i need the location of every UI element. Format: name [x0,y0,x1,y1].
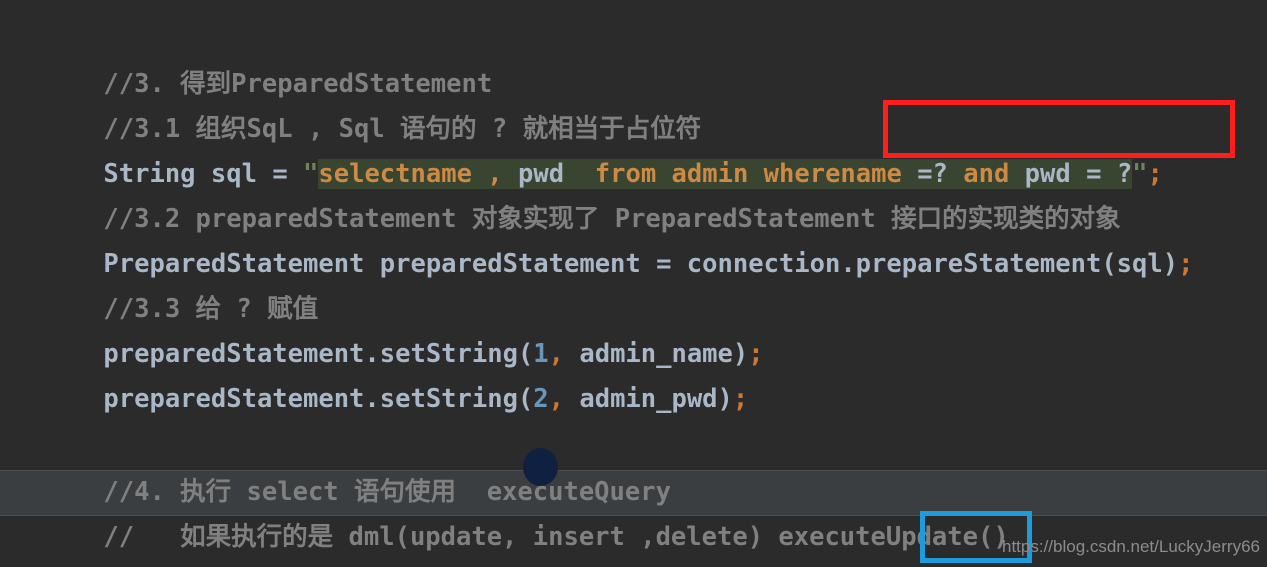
statement-semicolon: ; [748,339,764,369]
code-line-prepare-statement[interactable]: PreparedStatement preparedStatement = co… [42,197,1193,279]
code-line-comment-3-2[interactable]: //3.2 preparedStatement 对象实现了 PreparedSt… [42,152,1120,234]
statement-semicolon: ; [732,384,749,414]
mouse-cursor-artifact [523,448,558,486]
argument-comma: , [548,384,565,414]
code-line-blank[interactable] [42,377,103,422]
code-line-comment-3-1[interactable]: //3.1 组织SqL , Sql 语句的 ? 就相当于占位符 [42,62,701,144]
code-editor-screenshot: //3. 得到PreparedStatement //3.1 组织SqL , S… [0,0,1267,567]
argument-index: 2 [533,384,549,414]
code-line-setstring-2[interactable]: preparedStatement.setString(2, admin_pwd… [42,332,748,414]
code-line-comment-3-3[interactable]: //3.3 给 ? 赋值 [42,242,318,324]
statement-semicolon: ; [1178,249,1194,279]
code-line-comment-3[interactable]: //3. 得到PreparedStatement [42,17,492,99]
method-call-prefix: preparedStatement.setString( [103,384,534,414]
watermark-url: https://blog.csdn.net/LuckyJerry66 [1002,537,1260,556]
code-line-comment-4[interactable]: //4. 执行 select 语句使用 executeQuery [42,425,671,507]
code-line-setstring-1[interactable]: preparedStatement.setString(1, admin_nam… [42,287,763,369]
code-line-execute-query[interactable]: ResultSet resultSet = preparedStatement.… [42,515,994,560]
string-quote-close: " [1132,159,1148,189]
argument-value: admin_pwd) [564,384,733,414]
statement-semicolon: ; [1147,159,1163,189]
code-line-sql-declaration[interactable]: String sql = "selectname , pwd from admi… [42,107,1163,189]
